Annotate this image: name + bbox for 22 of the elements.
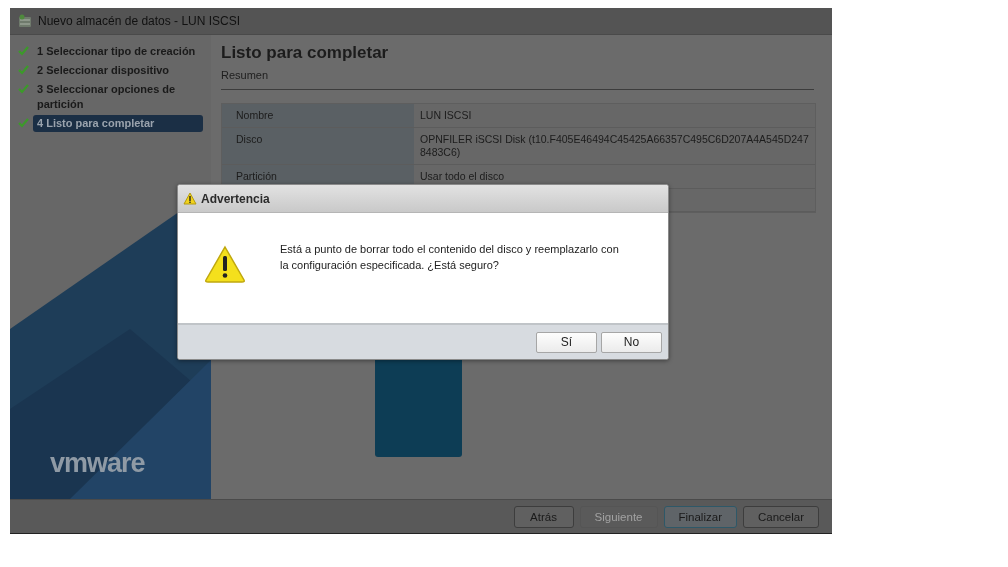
step-item[interactable]: 4 Listo para completar: [33, 115, 203, 132]
window-title: Nuevo almacén de datos - LUN ISCSI: [38, 14, 241, 28]
footer-button[interactable]: Cancelar: [742, 505, 819, 528]
warning-icon: [183, 192, 197, 205]
warning-icon: [204, 245, 246, 283]
step-item[interactable]: 3 Seleccionar opciones de partición: [33, 81, 203, 113]
section-label: Resumen: [221, 69, 270, 81]
table-cell: Nombre: [222, 104, 414, 127]
vmware-logo: vmware: [50, 448, 145, 479]
page-title: Listo para completar: [221, 43, 390, 63]
footer-button[interactable]: Finalizar: [663, 505, 737, 528]
warning-message: Está a punto de borrar todo el contenido del disco y reemplazarlo con la configuración especificada. ¿Está seguro?: [280, 242, 620, 273]
dialog-button[interactable]: No: [601, 331, 662, 353]
table-cell: Disco: [222, 128, 414, 164]
database-icon: [18, 14, 32, 28]
table-cell: OPNFILER iSCSI Disk (t10.F405E46494C45425A66357C495C6D207A4A545D2478483C6): [414, 128, 815, 164]
step-item[interactable]: 2 Seleccionar dispositivo: [33, 62, 203, 79]
dialog-title: Advertencia: [201, 191, 270, 206]
dialog-button[interactable]: Sí: [536, 331, 597, 353]
table-cell: LUN ISCSI: [414, 104, 815, 127]
footer-button[interactable]: Atrás: [513, 505, 574, 528]
step-item[interactable]: 1 Seleccionar tipo de creación: [33, 43, 203, 60]
